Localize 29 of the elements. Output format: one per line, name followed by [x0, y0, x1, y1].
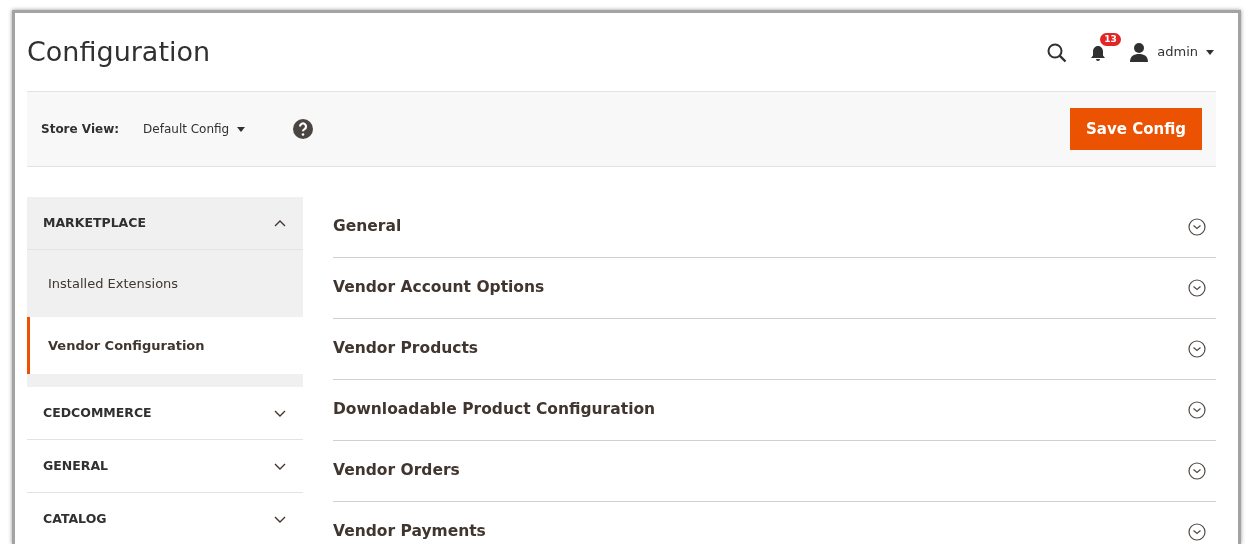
- expand-icon: [1188, 462, 1206, 480]
- section-header[interactable]: Vendor Payments: [333, 502, 1216, 544]
- expand-icon: [1188, 279, 1206, 297]
- sidebar-group[interactable]: MARKETPLACE: [27, 197, 303, 250]
- sidebar-group[interactable]: CEDCOMMERCE: [27, 387, 303, 440]
- notification-count: 13: [1100, 33, 1121, 46]
- section-header[interactable]: Vendor Orders: [333, 441, 1216, 502]
- sidebar-group[interactable]: GENERAL: [27, 440, 303, 493]
- save-config-button[interactable]: Save Config: [1070, 107, 1202, 151]
- section-header[interactable]: General: [333, 197, 1216, 258]
- store-view-dropdown[interactable]: Default Config: [143, 120, 246, 138]
- caret-icon: [237, 126, 246, 132]
- sidebar-group[interactable]: CATALOG: [27, 493, 303, 544]
- bell-icon[interactable]: [1091, 44, 1106, 61]
- expand-icon: [1188, 523, 1206, 541]
- section-header[interactable]: Downloadable Product Configuration: [333, 380, 1216, 441]
- caret-icon: [1206, 49, 1214, 55]
- help-icon[interactable]: [293, 119, 314, 139]
- section-header[interactable]: Vendor Account Options: [333, 258, 1216, 319]
- page-title: Configuration: [27, 34, 212, 69]
- user-icon: [1129, 42, 1150, 62]
- user-menu[interactable]: admin: [1129, 42, 1214, 62]
- store-view-label: Store View:: [41, 121, 120, 138]
- section-header[interactable]: Vendor Products: [333, 319, 1216, 380]
- expand-icon: [1188, 401, 1206, 419]
- sidebar-item[interactable]: Installed Extensions: [27, 250, 303, 317]
- expand-icon: [1188, 340, 1206, 358]
- expand-icon: [1188, 218, 1206, 236]
- user-name: admin: [1157, 43, 1198, 62]
